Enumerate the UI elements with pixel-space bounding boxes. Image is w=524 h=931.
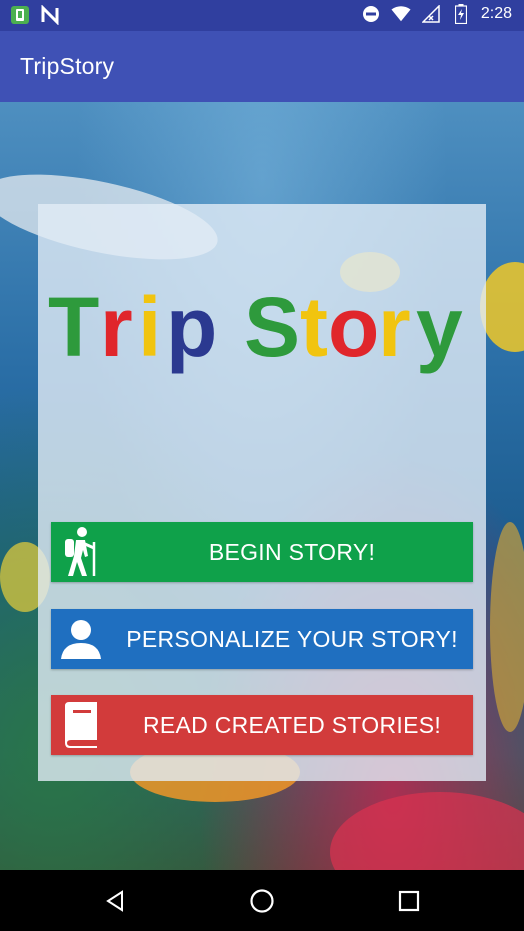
no-signal-icon (421, 4, 441, 24)
home-icon[interactable] (246, 885, 278, 917)
yellow-fish-shape (480, 262, 524, 352)
status-time: 2:28 (480, 5, 512, 22)
book-icon (51, 695, 111, 755)
wifi-icon (391, 4, 411, 24)
read-stories-label: READ CREATED STORIES! (142, 711, 442, 738)
coral-shape (330, 792, 524, 870)
logo-letter: y (416, 280, 463, 374)
person-icon (51, 609, 111, 669)
logo-letter: S (244, 280, 300, 374)
logo-letter: o (328, 280, 379, 374)
back-icon[interactable] (99, 885, 131, 917)
read-stories-button[interactable]: READ CREATED STORIES! (51, 695, 473, 755)
logo-letter: r (100, 280, 133, 374)
personalize-story-label: PERSONALIZE YOUR STORY! (126, 625, 458, 652)
logo-letter: r (378, 280, 411, 374)
battery-charging-icon (451, 4, 471, 24)
logo-letter: T (48, 280, 99, 374)
app-title: TripStory (20, 53, 115, 79)
recents-icon[interactable] (393, 885, 425, 917)
logo-letter: i (138, 280, 161, 374)
trip-story-logo: T r i p S t o r y (48, 280, 463, 374)
personalize-story-button[interactable]: PERSONALIZE YOUR STORY! (51, 609, 473, 669)
menu-panel: T r i p S t o r y BEGIN STORY! PERSONALI… (38, 204, 486, 781)
app-bar: TripStory (0, 31, 524, 102)
navigation-bar (0, 870, 524, 931)
hiker-icon (51, 522, 111, 582)
app-notification-icon (10, 5, 30, 25)
begin-story-button[interactable]: BEGIN STORY! (51, 522, 473, 582)
seahorse-shape (490, 522, 524, 732)
begin-story-label: BEGIN STORY! (208, 538, 376, 565)
logo-letter: p (166, 280, 217, 374)
ocean-background: T r i p S t o r y BEGIN STORY! PERSONALI… (0, 102, 524, 870)
n-notification-icon (40, 5, 60, 25)
do-not-disturb-icon (361, 4, 381, 24)
logo-letter: t (300, 280, 328, 374)
status-bar: 2:28 (0, 0, 524, 31)
